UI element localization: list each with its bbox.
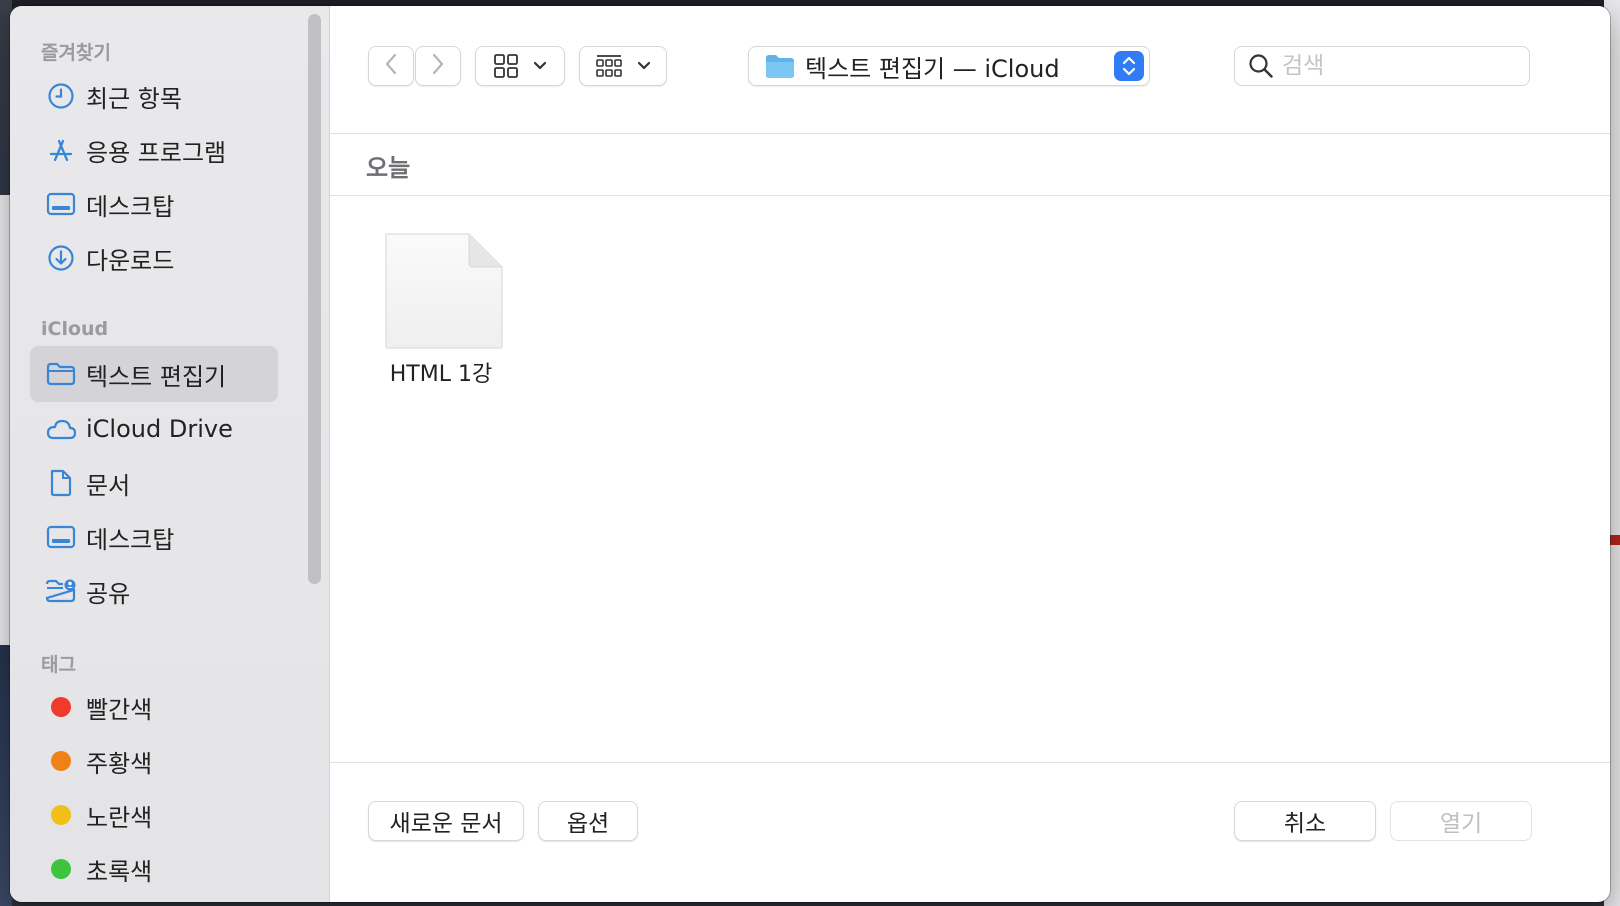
sidebar-section-icloud: iCloud (41, 318, 109, 340)
cancel-button[interactable]: 취소 (1234, 801, 1376, 841)
desktop-background-marker (1610, 535, 1620, 545)
sidebar-item-label: 데스크탑 (86, 192, 175, 221)
file-item[interactable]: HTML 1강 (370, 220, 510, 387)
download-icon (44, 241, 78, 275)
sidebar-item-documents[interactable]: 문서 (30, 455, 278, 511)
folder-icon (44, 357, 78, 391)
chevron-right-icon (430, 52, 446, 80)
search-input[interactable] (1282, 53, 1512, 79)
sidebar-item-icloud-desktop[interactable]: 데스크탑 (30, 509, 278, 565)
folder-icon (765, 53, 795, 79)
icon-grid-icon (493, 53, 519, 79)
options-button[interactable]: 옵션 (538, 801, 638, 841)
tag-color-dot (51, 805, 71, 825)
sidebar-item-label: 주황색 (86, 749, 153, 778)
sidebar-item-label: 다운로드 (86, 246, 175, 275)
group-title: 오늘 (366, 154, 411, 182)
clock-icon (44, 79, 78, 113)
up-down-stepper-icon (1114, 51, 1144, 81)
desktop-icon (44, 520, 78, 554)
sidebar-item-desktop[interactable]: 데스크탑 (30, 176, 278, 232)
back-button[interactable] (368, 46, 414, 86)
group-header: 오늘 (330, 134, 1610, 196)
sidebar-item-label: 응용 프로그램 (86, 138, 227, 167)
desktop-icon (44, 187, 78, 221)
shared-folder-icon (44, 574, 78, 608)
file-name: HTML 1강 (389, 362, 493, 387)
sidebar-tag-yellow[interactable]: 노란색 (30, 787, 278, 843)
new-document-button[interactable]: 새로운 문서 (368, 801, 524, 841)
sidebar-item-label: 문서 (86, 471, 131, 500)
sidebar-tag-green[interactable]: 초록색 (30, 841, 278, 897)
sidebar-item-applications[interactable]: 응용 프로그램 (30, 122, 278, 178)
sidebar-item-textedit[interactable]: 텍스트 편집기 (30, 346, 278, 402)
sidebar-tag-red[interactable]: 빨간색 (30, 679, 278, 735)
sidebar-item-label: 공유 (86, 579, 131, 608)
search-field[interactable] (1234, 46, 1530, 86)
sidebar-item-label: 최근 항목 (86, 84, 182, 113)
location-popup[interactable]: 텍스트 편집기 — iCloud (748, 46, 1150, 86)
sidebar-item-icloud-drive[interactable]: iCloud Drive (30, 401, 278, 457)
cloud-icon (44, 412, 78, 446)
view-mode-button[interactable] (475, 46, 565, 86)
sidebar-item-downloads[interactable]: 다운로드 (30, 230, 278, 286)
open-file-dialog: 즐겨찾기 최근 항목 응용 프로그램 데스크탑 다운로드 iCloud 텍스트 … (10, 6, 1610, 902)
tag-color-dot (51, 751, 71, 771)
tag-color-dot (51, 697, 71, 717)
chevron-down-icon (533, 61, 547, 71)
sidebar-item-label: iCloud Drive (86, 415, 233, 443)
search-icon (1248, 53, 1274, 79)
chevron-left-icon (383, 52, 399, 80)
location-label: 텍스트 편집기 — iCloud (805, 54, 1060, 83)
sidebar-item-label: 노란색 (86, 803, 153, 832)
document-icon (44, 466, 78, 500)
sidebar-item-label: 데스크탑 (86, 525, 175, 554)
sidebar-item-label: 빨간색 (86, 695, 153, 724)
dialog-footer: 새로운 문서 옵션 취소 열기 (330, 762, 1610, 902)
open-button[interactable]: 열기 (1390, 801, 1532, 841)
sidebar: 즐겨찾기 최근 항목 응용 프로그램 데스크탑 다운로드 iCloud 텍스트 … (10, 6, 330, 902)
sidebar-section-favorites: 즐겨찾기 (41, 42, 111, 64)
sidebar-item-label: 초록색 (86, 857, 153, 886)
group-by-button[interactable] (579, 46, 667, 86)
document-icon (370, 220, 510, 354)
file-browser: HTML 1강 (330, 196, 1610, 762)
toolbar: 텍스트 편집기 — iCloud (330, 6, 1610, 134)
sidebar-section-tags: 태그 (41, 654, 76, 676)
sidebar-item-label: 텍스트 편집기 (86, 362, 227, 391)
group-grid-icon (595, 53, 623, 79)
tag-color-dot (51, 859, 71, 879)
chevron-down-icon (637, 61, 651, 71)
forward-button[interactable] (415, 46, 461, 86)
sidebar-item-recents[interactable]: 최근 항목 (30, 68, 278, 124)
apps-icon (44, 133, 78, 167)
sidebar-scrollbar[interactable] (308, 14, 321, 584)
sidebar-item-shared[interactable]: 공유 (30, 563, 278, 619)
sidebar-tag-orange[interactable]: 주황색 (30, 733, 278, 789)
